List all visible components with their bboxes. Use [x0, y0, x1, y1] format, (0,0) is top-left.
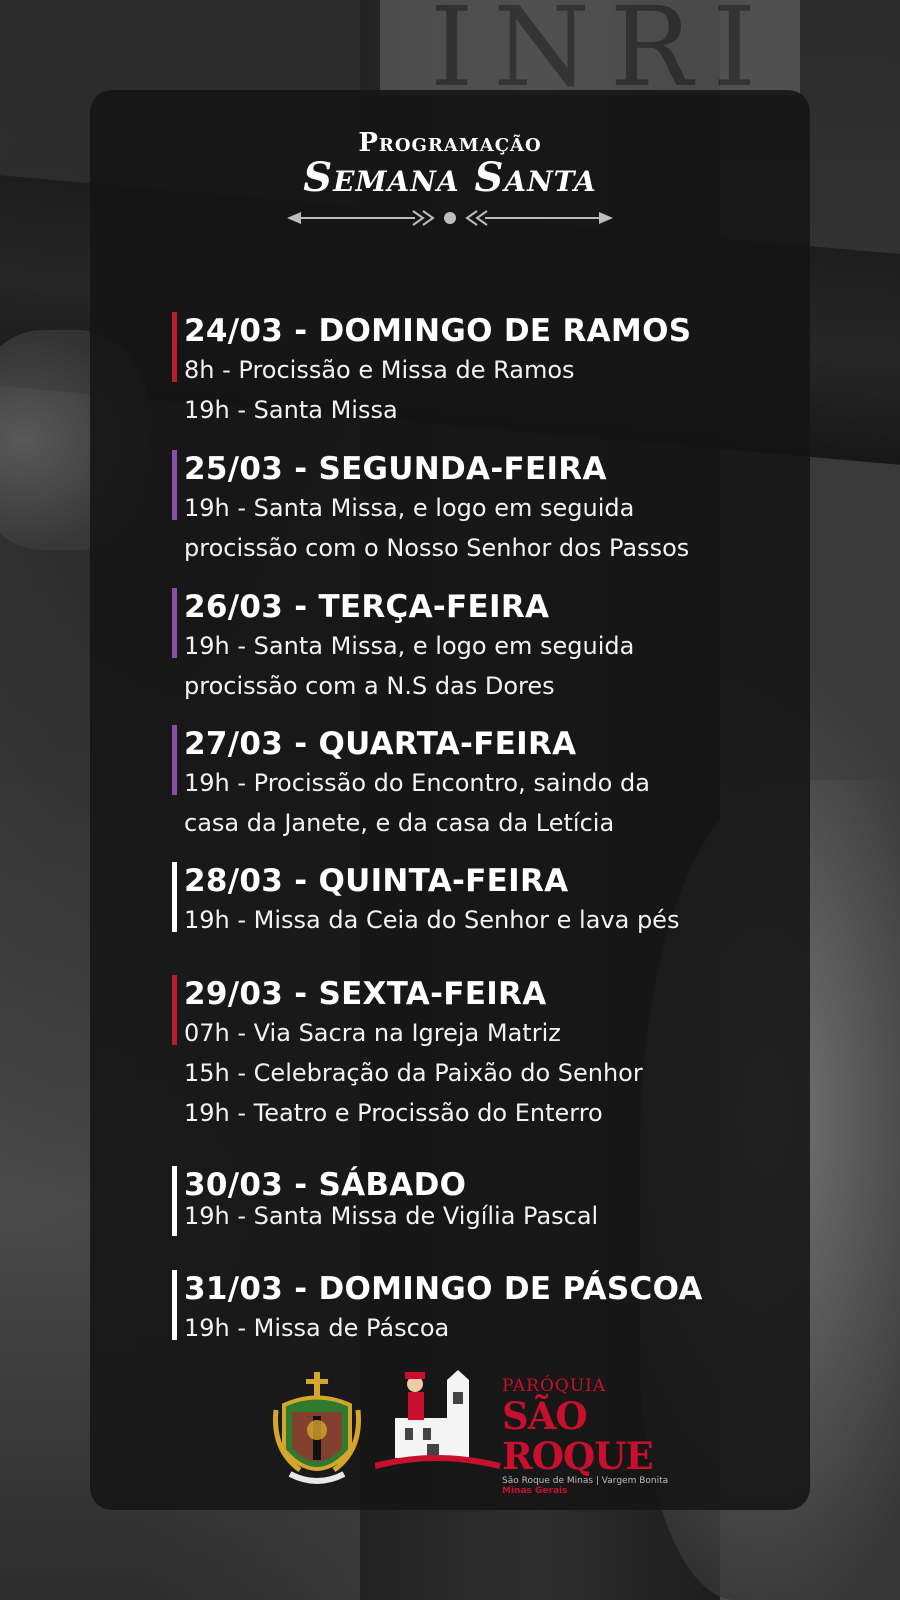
event-26-03: 26/03 - TERÇA-FEIRA 19h - Santa Missa, e… [172, 588, 772, 706]
event-25-03: 25/03 - SEGUNDA-FEIRA 19h - Santa Missa,… [172, 450, 772, 568]
event-31-03: 31/03 - DOMINGO DE PÁSCOA 19h - Missa de… [172, 1270, 772, 1348]
footer-logos: PARÓQUIA SÃO ROQUE São Roque de Minas | … [270, 1370, 690, 1500]
event-27-03: 27/03 - QUARTA-FEIRA 19h - Procissão do … [172, 725, 772, 843]
church-saint-roque-icon [375, 1370, 501, 1469]
parish-name: SÃO ROQUE [502, 1394, 654, 1478]
parish-logo-text: PARÓQUIA SÃO ROQUE São Roque de Minas | … [502, 1376, 690, 1496]
parish-label: PARÓQUIA [502, 1376, 607, 1396]
parish-location: São Roque de Minas | Vargem Bonita [502, 1476, 669, 1486]
parish-state: Minas Gerais [502, 1486, 568, 1496]
diocese-coat-of-arms-icon [273, 1372, 361, 1484]
event-line: 8h - Procissão e Missa de Ramos [184, 356, 575, 384]
event-color-bar [172, 450, 177, 520]
event-line: 19h - Santa Missa de Vigília Pascal [184, 1202, 599, 1230]
event-date: 24/03 - DOMINGO DE RAMOS [184, 313, 692, 349]
event-color-bar [172, 1270, 177, 1340]
event-line: 19h - Santa Missa, e logo em seguida [184, 632, 635, 660]
event-line: 19h - Teatro e Procissão do Enterro [184, 1099, 603, 1127]
event-line: 19h - Missa de Páscoa [184, 1314, 450, 1342]
title-line2: Semana Santa [303, 154, 597, 201]
event-color-bar [172, 725, 177, 795]
event-line: 07h - Via Sacra na Igreja Matriz [184, 1019, 561, 1047]
event-line: 19h - Procissão do Encontro, saindo da [184, 769, 650, 797]
event-24-03: 24/03 - DOMINGO DE RAMOS 8h - Procissão … [172, 312, 772, 430]
event-color-bar [172, 1166, 177, 1236]
event-line: 19h - Santa Missa [184, 396, 398, 424]
event-date: 26/03 - TERÇA-FEIRA [184, 589, 550, 625]
event-line: procissão com o Nosso Senhor dos Passos [184, 534, 690, 562]
event-date: 25/03 - SEGUNDA-FEIRA [184, 451, 607, 487]
event-date: 28/03 - QUINTA-FEIRA [184, 863, 569, 899]
event-30-03: 30/03 - SÁBADO 19h - Santa Missa de Vigí… [172, 1166, 772, 1236]
event-date: 31/03 - DOMINGO DE PÁSCOA [184, 1271, 703, 1307]
ornament-divider-icon [287, 210, 613, 226]
event-color-bar [172, 312, 177, 382]
inri-plaque: INRI [380, 0, 800, 102]
page-title: Programação Semana Santa [90, 128, 810, 229]
event-line: 19h - Missa da Ceia do Senhor e lava pés [184, 906, 680, 934]
event-line: procissão com a N.S das Dores [184, 672, 555, 700]
event-color-bar [172, 862, 177, 932]
event-date: 29/03 - SEXTA-FEIRA [184, 976, 547, 1012]
event-date: 27/03 - QUARTA-FEIRA [184, 726, 577, 762]
event-line: 15h - Celebração da Paixão do Senhor [184, 1059, 643, 1087]
event-28-03: 28/03 - QUINTA-FEIRA 19h - Missa da Ceia… [172, 862, 772, 940]
event-color-bar [172, 975, 177, 1045]
event-line: 19h - Santa Missa, e logo em seguida [184, 494, 635, 522]
event-color-bar [172, 588, 177, 658]
event-29-03: 29/03 - SEXTA-FEIRA 07h - Via Sacra na I… [172, 975, 772, 1133]
event-line: casa da Janete, e da casa da Letícia [184, 809, 615, 837]
